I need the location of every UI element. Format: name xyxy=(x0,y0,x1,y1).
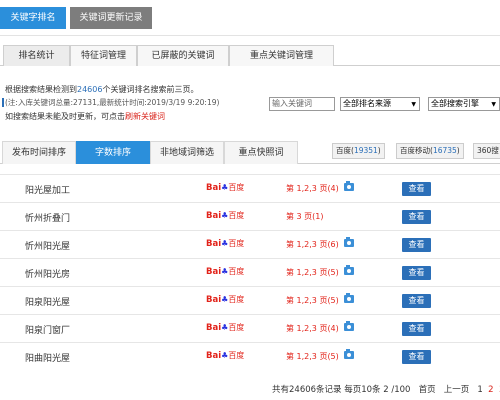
baidu-logo: Bai♣百度 xyxy=(206,239,245,249)
summary-prefix: 根据搜索结果检测到 xyxy=(5,85,77,94)
rank-pages-link[interactable]: 第 1,2,3 页(5) xyxy=(286,351,339,362)
rank-pages-link[interactable]: 第 1,2,3 页(4) xyxy=(286,183,339,194)
top-tab-bar: 关键字排名 关键词更新记录 xyxy=(0,0,500,36)
rank-pages-link[interactable]: 第 1,2,3 页(5) xyxy=(286,295,339,306)
stats-note-text: (注:入库关键词总量:27131,最新统计时间:2019/3/19 9:20:1… xyxy=(5,98,220,107)
baidu-logo: Bai♣百度 xyxy=(206,183,245,193)
search-engine-value: 全部搜索引擎 xyxy=(431,99,479,108)
keyword-text: 阳曲阳光屋 xyxy=(25,354,71,364)
detect-summary: 根据搜索结果检测到24606个关键词排名搜索前三页。 xyxy=(5,84,198,96)
camera-icon[interactable] xyxy=(344,293,354,303)
keyword-text: 阳光屋加工 xyxy=(25,186,71,196)
engine-filter-360[interactable]: 360搜 xyxy=(473,143,500,159)
view-button[interactable]: 查看 xyxy=(402,294,431,308)
pagination: 共有24606条记录 每页10条 2 /100 首页 上一页 1 2 3 xyxy=(272,383,500,395)
tab-sort-by-publish-time[interactable]: 发布时间排序 xyxy=(2,141,76,164)
camera-icon[interactable] xyxy=(344,321,354,331)
subtab-rank-stats[interactable]: 排名统计 xyxy=(3,45,70,66)
refresh-hint-text: 如搜索结果未能及时更新，可点击 xyxy=(5,112,125,121)
engine-filter-baidu[interactable]: 百度(19351) xyxy=(332,143,385,159)
rank-source-value: 全部排名来源 xyxy=(343,99,391,108)
tab-sort-by-word-count[interactable]: 字数排序 xyxy=(76,141,150,164)
rank-pages-link[interactable]: 第 1,2,3 页(6) xyxy=(286,239,339,250)
rank-pages-link[interactable]: 第 1,2,3 页(4) xyxy=(286,323,339,334)
view-button[interactable]: 查看 xyxy=(402,238,431,252)
stats-note: (注:入库关键词总量:27131,最新统计时间:2019/3/19 9:20:1… xyxy=(5,97,219,109)
engine-count: 16735 xyxy=(432,146,457,155)
keyword-text: 阳泉阳光屋 xyxy=(25,298,71,308)
pagination-summary: 共有24606条记录 每页10条 2 /100 xyxy=(272,385,411,395)
table-row: 忻州阳光房 Bai♣百度 第 1,2,3 页(5) 查看 xyxy=(0,258,500,286)
baidu-logo: Bai♣百度 xyxy=(206,351,245,361)
keyword-text: 忻州折叠门 xyxy=(25,214,71,224)
camera-icon[interactable] xyxy=(344,181,354,191)
table-row: 忻州折叠门 Bai♣百度 第 3 页(1) 查看 xyxy=(0,202,500,230)
summary-suffix: 个关键词排名搜索前三页。 xyxy=(102,85,199,94)
view-button[interactable]: 查看 xyxy=(402,210,431,224)
keyword-text: 忻州阳光屋 xyxy=(25,242,71,252)
engine-filter-baidu-mobile[interactable]: 百度移动(16735) xyxy=(396,143,464,159)
tab-keyword-rank[interactable]: 关键字排名 xyxy=(0,7,66,29)
note-marker xyxy=(2,98,4,107)
view-button[interactable]: 查看 xyxy=(402,322,431,336)
page-link[interactable]: 1 xyxy=(477,385,482,395)
rank-pages-link[interactable]: 第 1,2,3 页(5) xyxy=(286,267,339,278)
chevron-down-icon: ▼ xyxy=(411,101,416,108)
baidu-logo: Bai♣百度 xyxy=(206,295,245,305)
view-button[interactable]: 查看 xyxy=(402,350,431,364)
keyword-text: 阳泉门窗厂 xyxy=(25,326,71,336)
subtab-feature-words[interactable]: 特征词管理 xyxy=(70,45,137,66)
table-row: 忻州阳光屋 Bai♣百度 第 1,2,3 页(6) 查看 xyxy=(0,230,500,258)
engine-name: 百度移动 xyxy=(400,146,430,155)
rank-pages-link[interactable]: 第 3 页(1) xyxy=(286,211,324,222)
subtab-blocked-keywords[interactable]: 已屏蔽的关键词 xyxy=(137,45,229,66)
tab-update-log[interactable]: 关键词更新记录 xyxy=(70,7,152,29)
chevron-down-icon: ▼ xyxy=(491,101,496,108)
camera-icon[interactable] xyxy=(344,349,354,359)
page-link-current[interactable]: 2 xyxy=(488,385,493,395)
refresh-hint: 如搜索结果未能及时更新，可点击刷新关键词 xyxy=(5,111,165,123)
engine-name: 百度 xyxy=(336,146,351,155)
camera-icon[interactable] xyxy=(344,237,354,247)
table-row: 阳泉门窗厂 Bai♣百度 第 1,2,3 页(4) 查看 xyxy=(0,314,500,342)
search-engine-select[interactable]: 全部搜索引擎 ▼ xyxy=(428,97,500,111)
subtab-key-keywords[interactable]: 重点关键词管理 xyxy=(229,45,334,66)
engine-count: 19351 xyxy=(353,146,378,155)
rank-source-select[interactable]: 全部排名来源 ▼ xyxy=(340,97,420,111)
summary-count: 24606 xyxy=(77,85,103,94)
view-button[interactable]: 查看 xyxy=(402,182,431,196)
table-row: 阳泉阳光屋 Bai♣百度 第 1,2,3 页(5) 查看 xyxy=(0,286,500,314)
baidu-logo: Bai♣百度 xyxy=(206,267,245,277)
baidu-logo: Bai♣百度 xyxy=(206,211,245,221)
camera-icon[interactable] xyxy=(344,265,354,275)
view-button[interactable]: 查看 xyxy=(402,266,431,280)
table-row: 阳曲阳光屋 Bai♣百度 第 1,2,3 页(5) 查看 xyxy=(0,342,500,370)
tab-snapshot-words[interactable]: 重点快照词 xyxy=(224,141,298,164)
tab-non-region-filter[interactable]: 非地域词筛选 xyxy=(150,141,224,164)
engine-name: 360搜 xyxy=(477,146,499,155)
sub-tab-bar: 排名统计 特征词管理 已屏蔽的关键词 重点关键词管理 xyxy=(0,45,500,66)
baidu-logo: Bai♣百度 xyxy=(206,323,245,333)
refresh-keywords-link[interactable]: 刷新关键词 xyxy=(125,112,165,121)
table-row: 阳光屋加工 Bai♣百度 第 1,2,3 页(4) 查看 xyxy=(0,174,500,202)
keyword-search-input[interactable]: 输入关键词 xyxy=(269,97,335,111)
prev-page-link[interactable]: 上一页 xyxy=(444,385,470,395)
first-page-link[interactable]: 首页 xyxy=(419,385,436,395)
keyword-text: 忻州阳光房 xyxy=(25,270,71,280)
